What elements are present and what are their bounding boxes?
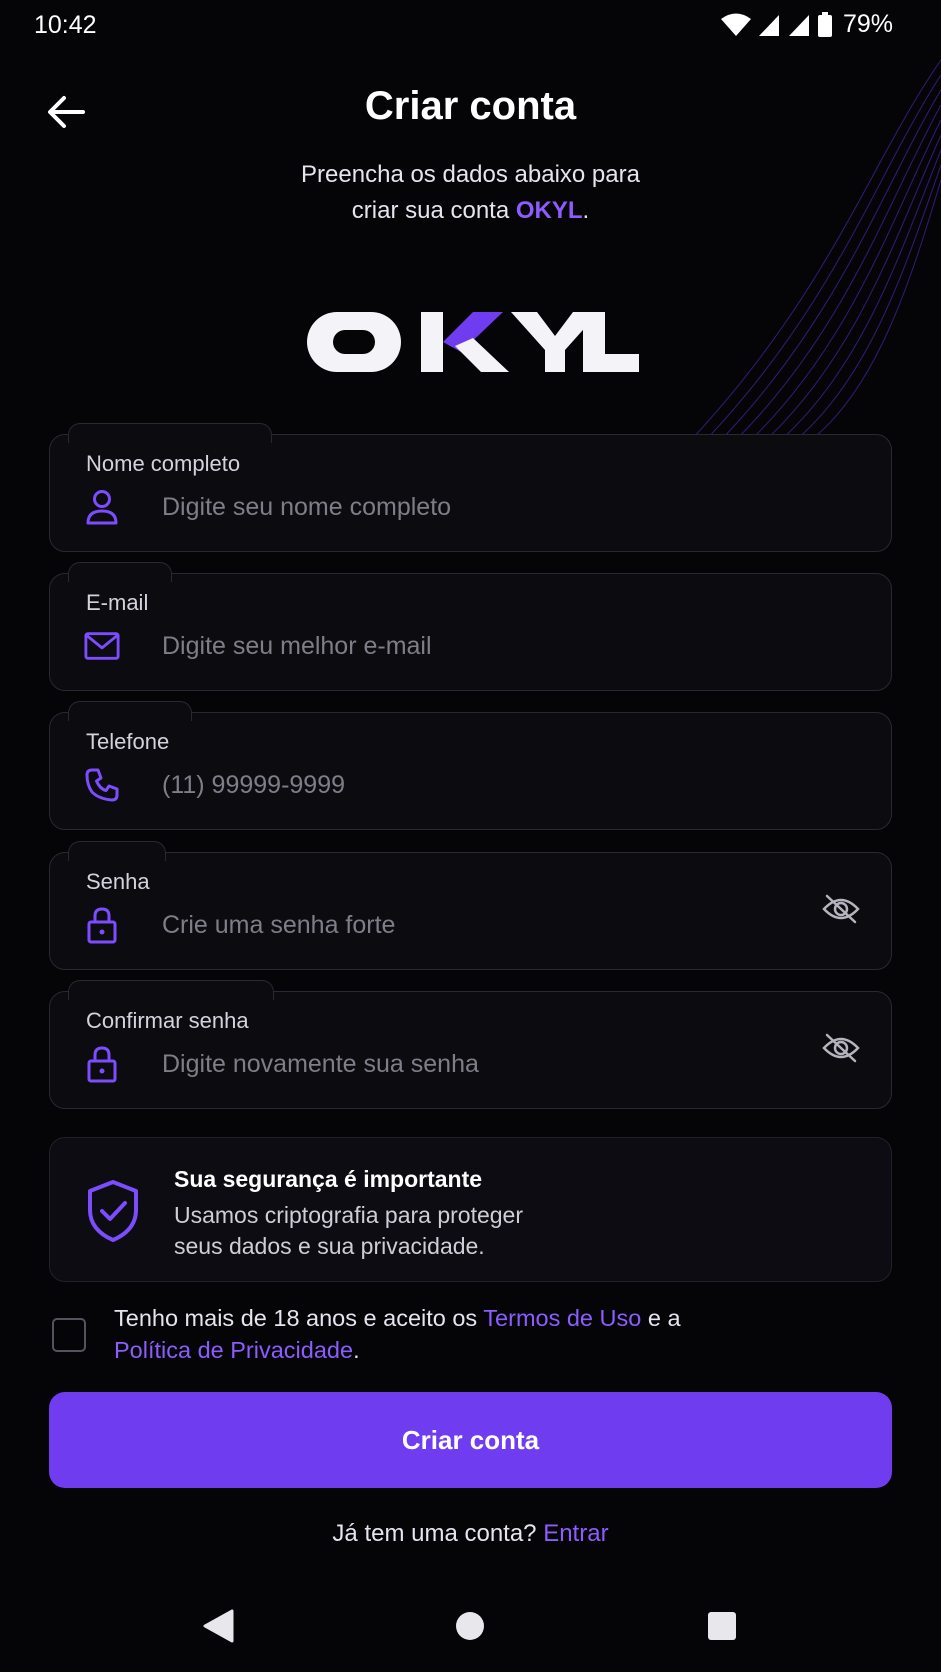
- security-notice-card: Sua segurança é importante Usamos cripto…: [49, 1137, 892, 1282]
- confirm-password-field: Confirmar senha: [49, 980, 892, 1109]
- field-label-tab: [68, 423, 272, 443]
- field-label-tab: [68, 980, 274, 1000]
- full-name-input[interactable]: [162, 487, 722, 527]
- privacy-policy-link[interactable]: Política de Privacidade: [114, 1337, 353, 1363]
- terms-middle: e a: [641, 1305, 681, 1331]
- toggle-confirm-password-visibility-button[interactable]: [819, 1028, 863, 1068]
- lock-icon: [84, 1046, 120, 1083]
- security-notice-line1: Usamos criptografia para proteger: [174, 1202, 523, 1228]
- full-name-label: Nome completo: [86, 451, 241, 476]
- subtitle-brand: OKYL: [515, 197, 583, 224]
- recents-square-icon: [708, 1612, 736, 1640]
- phone-input[interactable]: [162, 765, 722, 805]
- email-field: E-mail: [49, 562, 892, 691]
- signal-icon: [788, 14, 809, 36]
- lock-icon: [84, 907, 120, 944]
- nav-back-button[interactable]: [194, 1602, 242, 1650]
- email-label: E-mail: [86, 590, 149, 615]
- battery-icon: [817, 11, 832, 37]
- eye-off-icon: [822, 894, 860, 924]
- nav-recents-button[interactable]: [698, 1602, 746, 1650]
- login-prompt: Já tem uma conta? Entrar: [0, 1520, 941, 1548]
- subtitle-prefix: criar sua conta: [351, 197, 516, 224]
- battery-percent: 79%: [842, 10, 893, 38]
- shield-check-icon: [88, 1180, 138, 1242]
- terms-text: Tenho mais de 18 anos e aceito os Termos…: [114, 1302, 834, 1366]
- terms-suffix: .: [353, 1337, 360, 1363]
- security-notice-title: Sua segurança é importante: [174, 1166, 483, 1192]
- system-navigation-bar: [0, 1580, 941, 1672]
- subtitle-line1: Preencha os dados abaixo para: [301, 161, 640, 188]
- toggle-password-visibility-button[interactable]: [819, 889, 863, 929]
- password-field: Senha: [49, 841, 892, 970]
- status-bar: 10:42 79%: [0, 0, 941, 52]
- subtitle-suffix: .: [582, 197, 590, 224]
- full-name-field: Nome completo: [49, 423, 892, 552]
- nav-home-button[interactable]: [446, 1602, 494, 1650]
- email-input[interactable]: [162, 626, 722, 666]
- security-notice-text: Usamos criptografia para proteger seus d…: [174, 1200, 634, 1262]
- mail-icon: [84, 628, 120, 664]
- terms-of-use-link[interactable]: Termos de Uso: [483, 1305, 641, 1331]
- security-notice-line2: seus dados e sua privacidade.: [174, 1233, 485, 1259]
- phone-icon: [84, 767, 120, 803]
- login-link[interactable]: Entrar: [543, 1520, 608, 1547]
- terms-checkbox[interactable]: [52, 1318, 86, 1352]
- phone-label: Telefone: [86, 729, 170, 754]
- terms-prefix: Tenho mais de 18 anos e aceito os: [114, 1305, 484, 1331]
- create-account-button[interactable]: Criar conta: [49, 1392, 892, 1488]
- status-icons: 79%: [720, 10, 893, 39]
- home-circle-icon: [456, 1612, 484, 1640]
- status-time: 10:42: [34, 11, 97, 39]
- user-icon: [84, 489, 120, 525]
- signal-icon: [758, 14, 779, 36]
- page-title: Criar conta: [364, 84, 577, 128]
- confirm-password-label: Confirmar senha: [86, 1008, 249, 1033]
- confirm-password-input[interactable]: [162, 1044, 722, 1084]
- login-prompt-text: Já tem uma conta?: [332, 1520, 544, 1547]
- password-label: Senha: [86, 869, 150, 894]
- eye-off-icon: [822, 1033, 860, 1063]
- back-triangle-icon: [203, 1609, 234, 1643]
- page-subtitle: Preencha os dados abaixo para criar sua …: [0, 157, 941, 229]
- field-label-tab: [68, 841, 166, 861]
- field-label-tab: [68, 701, 192, 721]
- wifi-icon: [720, 13, 751, 36]
- password-input[interactable]: [162, 905, 722, 945]
- phone-field: Telefone: [49, 701, 892, 830]
- field-label-tab: [68, 562, 172, 582]
- subtitle-line2: criar sua conta OKYL.: [0, 193, 941, 229]
- okyl-logo: [307, 312, 639, 372]
